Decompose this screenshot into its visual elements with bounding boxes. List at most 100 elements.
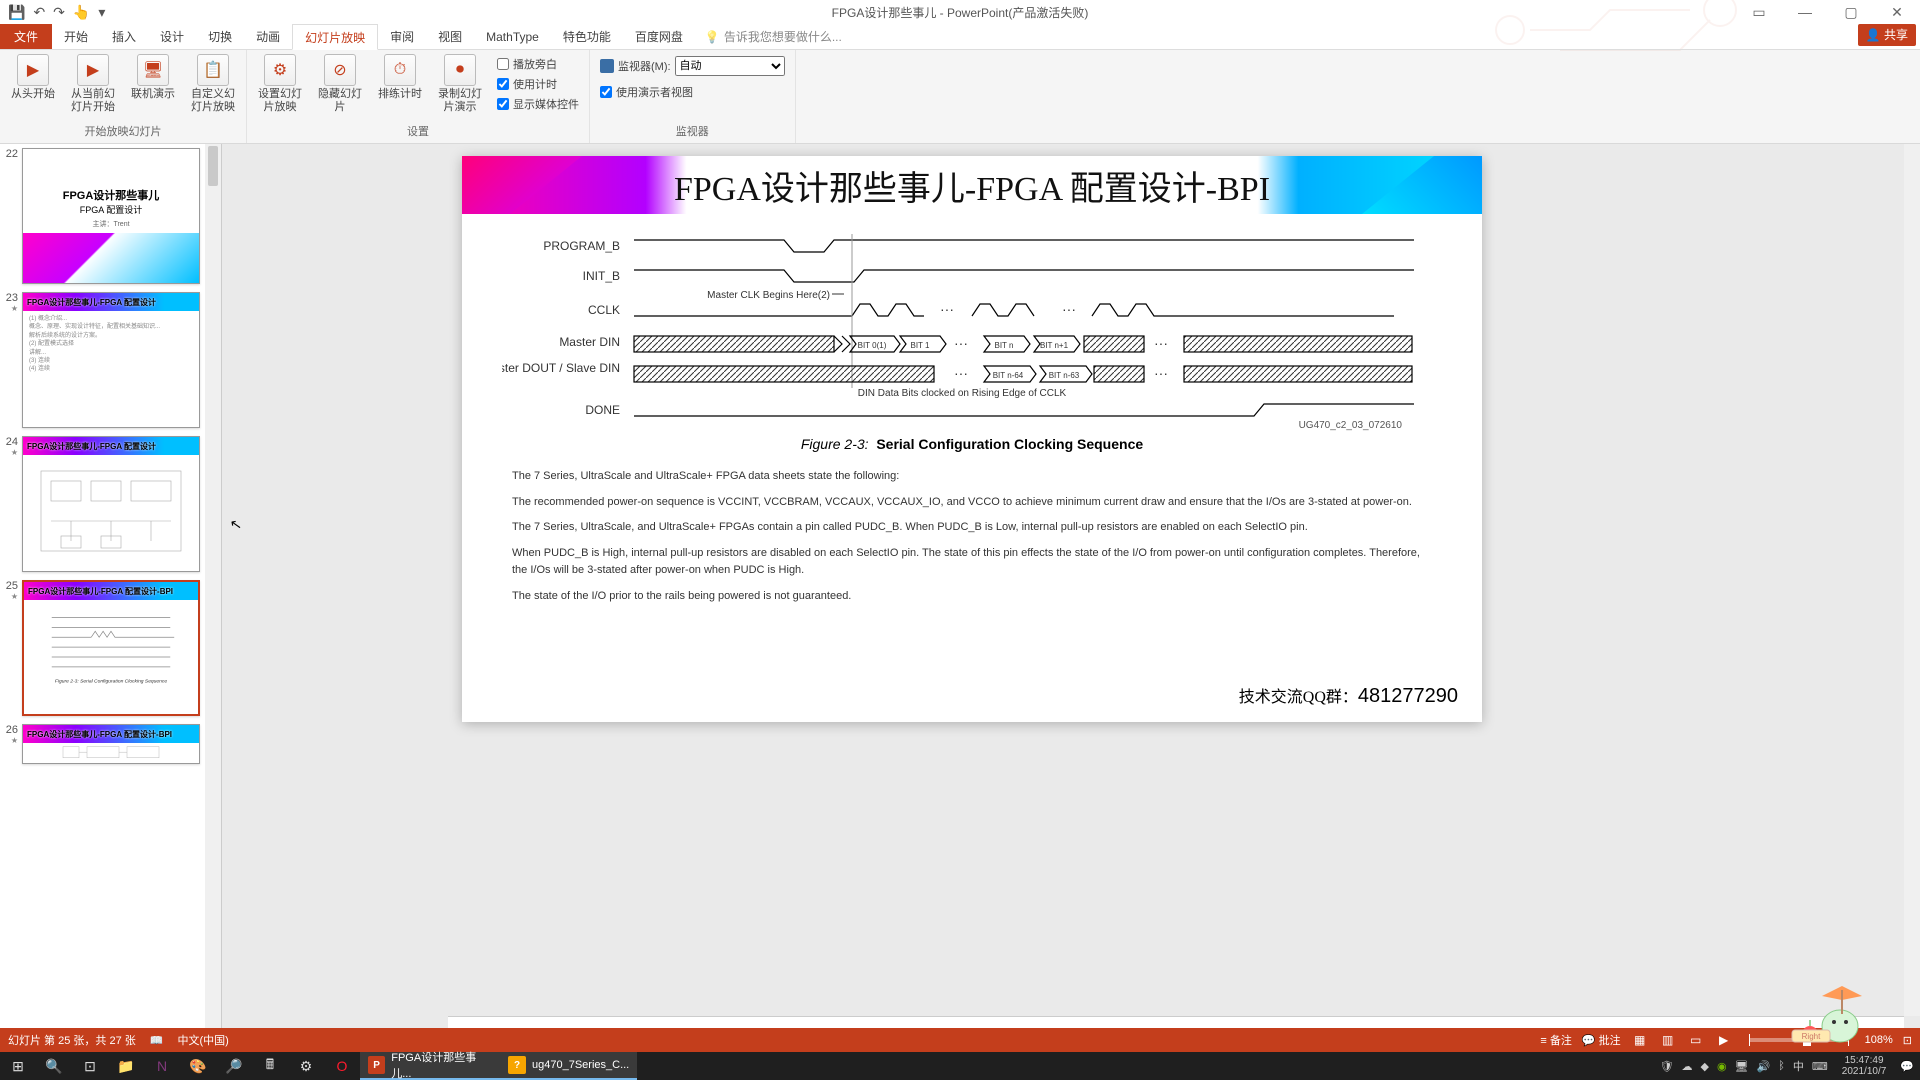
svg-text:···: ···: [940, 301, 954, 317]
tell-me-search[interactable]: 告诉我您想要做什么...: [695, 24, 842, 49]
comments-toggle[interactable]: 💬 批注: [1582, 1032, 1621, 1048]
explorer-icon[interactable]: 📁: [108, 1052, 144, 1080]
share-button[interactable]: 👤 共享: [1858, 24, 1916, 46]
tab-file[interactable]: 文件: [0, 24, 52, 49]
onenote-icon[interactable]: N: [144, 1052, 180, 1080]
spellcheck-icon[interactable]: 📖: [150, 1034, 164, 1047]
notes-toggle[interactable]: ≡ 备注: [1540, 1032, 1571, 1048]
setup-slideshow-button[interactable]: ⚙设置幻灯片放映: [253, 54, 307, 114]
present-online-button[interactable]: 🖥联机演示: [126, 54, 180, 113]
calculator-icon[interactable]: 🖩: [252, 1052, 288, 1080]
save-icon[interactable]: 💾: [8, 4, 25, 21]
slideshow-view-icon[interactable]: ▶: [1715, 1032, 1733, 1048]
thumb-22[interactable]: 22 FPGA设计那些事儿 FPGA 配置设计 主讲：Trent: [2, 148, 217, 284]
thumb-25[interactable]: 25★ FPGA设计那些事儿-FPGA 配置设计-BPI Figure 2-3:…: [2, 580, 217, 716]
normal-view-icon[interactable]: ▦: [1631, 1032, 1649, 1048]
tab-review[interactable]: 审阅: [378, 24, 426, 49]
setup-label: 设置幻灯片放映: [253, 88, 307, 113]
chk-presenter-label: 使用演示者视图: [616, 84, 693, 100]
tray-volume-icon[interactable]: 🔊: [1757, 1060, 1771, 1073]
minimize-icon[interactable]: —: [1782, 0, 1828, 24]
slide-title: FPGA设计那些事儿-FPGA 配置设计-BPI: [674, 161, 1270, 210]
tab-slideshow[interactable]: 幻灯片放映: [292, 24, 378, 50]
chk-timing-label: 使用计时: [513, 76, 557, 92]
tab-special[interactable]: 特色功能: [551, 24, 623, 49]
thumb-23[interactable]: 23★ FPGA设计那些事儿-FPGA 配置设计(1) 概念介绍...概念、原理…: [2, 292, 217, 428]
thumb-24-hdr: FPGA设计那些事儿-FPGA 配置设计: [23, 437, 199, 455]
tab-insert[interactable]: 插入: [100, 24, 148, 49]
tray-bluetooth-icon[interactable]: ᛒ: [1778, 1060, 1785, 1072]
chk-presenter-view[interactable]: 使用演示者视图: [600, 84, 785, 100]
tab-baidu[interactable]: 百度网盘: [623, 24, 695, 49]
rehearse-button[interactable]: ⏱排练计时: [373, 54, 427, 114]
tray-keyboard-icon[interactable]: ⌨: [1812, 1060, 1828, 1073]
window-title: FPGA设计那些事儿 - PowerPoint(产品激活失败): [832, 4, 1089, 21]
svg-text:CCLK: CCLK: [588, 303, 620, 317]
ug-reference: UG470_c2_03_072610: [1299, 420, 1402, 431]
settings-icon[interactable]: ⚙: [288, 1052, 324, 1080]
from-beginning-button[interactable]: ▶从头开始: [6, 54, 60, 113]
taskbar-app-powerpoint[interactable]: PFPGA设计那些事儿...: [360, 1052, 500, 1080]
timing-diagram: PROGRAM_B INIT_B Master CLK Begins Here(…: [502, 228, 1442, 428]
tab-transitions[interactable]: 切换: [196, 24, 244, 49]
setup-icon: ⚙: [264, 54, 296, 86]
tray-ime-lang[interactable]: 中: [1793, 1058, 1804, 1074]
close-icon[interactable]: ✕: [1874, 0, 1920, 24]
tab-mathtype[interactable]: MathType: [474, 24, 551, 49]
editor-scrollbar[interactable]: [1904, 144, 1920, 1016]
chk-narration-label: 播放旁白: [513, 56, 557, 72]
tray-app-icon[interactable]: ◆: [1701, 1060, 1709, 1073]
tray-notifications-icon[interactable]: 💬: [1900, 1060, 1914, 1073]
everything-icon[interactable]: 🔎: [216, 1052, 252, 1080]
svg-text:···: ···: [954, 365, 968, 381]
chk-media[interactable]: 显示媒体控件: [497, 96, 579, 112]
touch-mode-icon[interactable]: 👆: [73, 4, 90, 21]
task-view-icon[interactable]: ⊡: [72, 1052, 108, 1080]
record-button[interactable]: ⏺录制幻灯片演示: [433, 54, 487, 114]
maximize-icon[interactable]: ▢: [1828, 0, 1874, 24]
chk-narration[interactable]: 播放旁白: [497, 56, 579, 72]
slide-counter: 幻灯片 第 25 张，共 27 张: [8, 1032, 136, 1048]
record-icon: ⏺: [444, 54, 476, 86]
tab-view[interactable]: 视图: [426, 24, 474, 49]
app-icon-1[interactable]: 🎨: [180, 1052, 216, 1080]
undo-icon[interactable]: ↶: [33, 4, 45, 21]
from-current-button[interactable]: ▶从当前幻灯片开始: [66, 54, 120, 113]
slide-body-text: The 7 Series, UltraScale and UltraScale+…: [512, 468, 1432, 614]
tray-nvidia-icon[interactable]: ◉: [1717, 1060, 1727, 1073]
fit-window-icon[interactable]: ⊡: [1903, 1034, 1912, 1047]
thumb-26[interactable]: 26★ FPGA设计那些事儿-FPGA 配置设计-BPI: [2, 724, 217, 764]
tray-clock[interactable]: 15:47:492021/10/7: [1836, 1055, 1893, 1077]
svg-text:Master CLK Begins Here(2): Master CLK Begins Here(2): [707, 290, 830, 301]
zoom-level[interactable]: 108%: [1865, 1034, 1893, 1046]
tab-design[interactable]: 设计: [148, 24, 196, 49]
zoom-slider[interactable]: [1749, 1038, 1849, 1042]
qat-more-icon[interactable]: ▾: [98, 4, 105, 21]
svg-text:BIT n+1: BIT n+1: [1040, 341, 1069, 350]
taskbar-app-chm[interactable]: ?ug470_7Series_C...: [500, 1052, 637, 1080]
start-button[interactable]: ⊞: [0, 1052, 36, 1080]
sorter-view-icon[interactable]: ▥: [1659, 1032, 1677, 1048]
thumb-26-hdr: FPGA设计那些事儿-FPGA 配置设计-BPI: [23, 725, 199, 743]
tray-shield-icon[interactable]: 🛡: [1660, 1060, 1674, 1073]
hide-slide-button[interactable]: ⊘隐藏幻灯片: [313, 54, 367, 114]
custom-show-button[interactable]: 📋自定义幻灯片放映: [186, 54, 240, 113]
monitor-select[interactable]: 自动: [675, 56, 785, 76]
search-icon[interactable]: 🔍: [36, 1052, 72, 1080]
opera-icon[interactable]: O: [324, 1052, 360, 1080]
tray-onedrive-icon[interactable]: ☁: [1682, 1060, 1693, 1073]
tab-home[interactable]: 开始: [52, 24, 100, 49]
ribbon-options-icon[interactable]: ▭: [1736, 0, 1782, 24]
tab-animations[interactable]: 动画: [244, 24, 292, 49]
tray-network-icon[interactable]: 🖥: [1735, 1060, 1749, 1073]
present-online-label: 联机演示: [131, 88, 175, 101]
chk-timing[interactable]: 使用计时: [497, 76, 579, 92]
redo-icon[interactable]: ↷: [53, 4, 65, 21]
thumbnails-scrollbar[interactable]: [205, 144, 221, 1052]
reading-view-icon[interactable]: ▭: [1687, 1032, 1705, 1048]
figure-caption: Figure 2-3: Serial Configuration Clockin…: [462, 436, 1482, 452]
thumb-24[interactable]: 24★ FPGA设计那些事儿-FPGA 配置设计: [2, 436, 217, 572]
language-indicator[interactable]: 中文(中国): [177, 1032, 228, 1048]
slide-thumbnails: 22 FPGA设计那些事儿 FPGA 配置设计 主讲：Trent 23★ FPG…: [0, 144, 222, 1052]
slide-canvas[interactable]: FPGA设计那些事儿-FPGA 配置设计-BPI PROGRAM_B INIT_…: [462, 156, 1482, 722]
